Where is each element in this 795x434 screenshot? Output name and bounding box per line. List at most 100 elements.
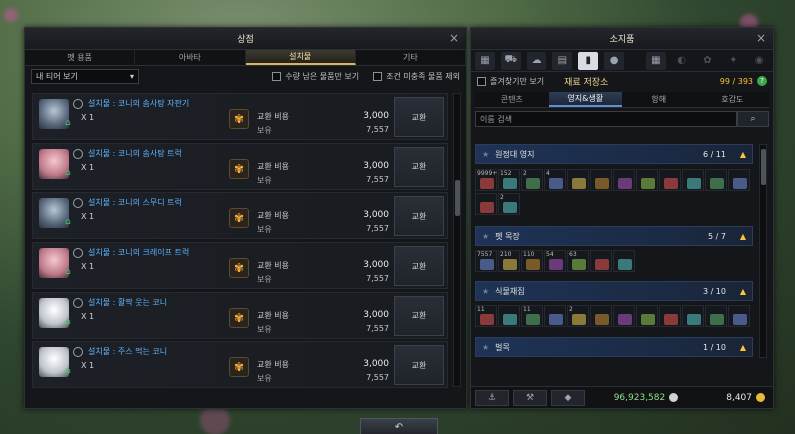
item-slot[interactable] — [567, 169, 589, 191]
favorites-only-checkbox[interactable]: 즐겨찾기만 보기 — [477, 76, 544, 87]
tab-installables[interactable]: 설치물 — [245, 50, 356, 65]
item-slot[interactable] — [659, 305, 681, 327]
shop-item-row[interactable]: ⌂ 설치물 : 코니의 솜사탕 자판기 X 1 ✾ 교환 비용 보유 3,000… — [32, 93, 448, 140]
item-slot[interactable]: 54 — [544, 250, 566, 272]
tab-sailing[interactable]: 항해 — [622, 92, 696, 107]
chevron-up-icon[interactable]: ▲ — [740, 232, 746, 241]
shop-scrollbar[interactable] — [453, 93, 461, 387]
tab-affinity[interactable]: 호감도 — [696, 92, 770, 107]
item-slot[interactable] — [659, 169, 681, 191]
item-slot[interactable]: 152 — [498, 169, 520, 191]
potion-icon[interactable]: ● — [604, 51, 624, 70]
item-slot[interactable] — [475, 193, 497, 215]
item-slot[interactable] — [590, 169, 612, 191]
lock-icon[interactable]: ◐ — [672, 52, 692, 70]
exchange-button[interactable]: 교환 — [394, 345, 444, 386]
exchange-button[interactable]: 교환 — [394, 146, 444, 187]
star-icon[interactable]: ★ — [482, 150, 489, 159]
grid-layout-icon[interactable]: ▦ — [645, 51, 666, 70]
item-slot[interactable]: 7557 — [475, 250, 497, 272]
help-icon[interactable]: ? — [757, 76, 767, 86]
magnifier-icon[interactable] — [73, 248, 83, 259]
item-slot[interactable] — [705, 305, 727, 327]
item-slot[interactable]: 2 — [521, 169, 543, 191]
item-slot[interactable]: 63 — [567, 250, 589, 272]
star-icon[interactable]: ★ — [482, 343, 489, 352]
bag-icon[interactable]: ⛟ — [500, 51, 521, 70]
palette-icon[interactable]: ✿ — [698, 52, 718, 70]
shop-item-row[interactable]: ⌂ 설치물 : 활짝 웃는 코니 X 1 ✾ 교환 비용 보유 3,000 7,… — [32, 291, 448, 339]
chevron-up-icon[interactable]: ▲ — [740, 343, 746, 352]
category-header[interactable]: ★ 펫 목장 5 / 7 ▲ — [475, 226, 753, 246]
gem-icon[interactable]: ◆ — [551, 389, 585, 406]
shop-scrollbar-thumb[interactable] — [455, 180, 460, 216]
tab-other[interactable]: 기타 — [356, 50, 466, 65]
exchange-button[interactable]: 교환 — [394, 196, 444, 237]
star-icon[interactable]: ★ — [482, 287, 489, 296]
item-slot[interactable] — [682, 305, 704, 327]
category-header[interactable]: ★ 벌목 1 / 10 ▲ — [475, 337, 753, 357]
cart-icon[interactable]: ☁ — [526, 51, 547, 70]
chevron-up-icon[interactable]: ▲ — [740, 150, 746, 159]
chevron-up-icon[interactable]: ▲ — [740, 287, 746, 296]
item-slot[interactable]: 11 — [475, 305, 497, 327]
item-slot[interactable] — [728, 169, 750, 191]
item-slot[interactable] — [498, 305, 520, 327]
item-slot[interactable] — [636, 305, 658, 327]
item-slot[interactable] — [590, 305, 612, 327]
grid-view-icon[interactable]: ▦ — [475, 51, 495, 70]
magnifier-icon[interactable] — [73, 148, 83, 159]
item-slot[interactable] — [613, 305, 635, 327]
star-icon[interactable]: ★ — [482, 232, 489, 241]
category-header[interactable]: ★ 원정대 영지 6 / 11 ▲ — [475, 144, 753, 164]
search-icon[interactable]: ⌕ — [737, 111, 769, 127]
tab-estate-life[interactable]: 영지&생활 — [548, 92, 622, 107]
material-book-icon[interactable]: ▮ — [578, 51, 599, 70]
inventory-scrollbar[interactable] — [759, 144, 767, 358]
magnifier-icon[interactable] — [73, 297, 83, 308]
remaining-only-checkbox[interactable]: 수량 남은 물품만 보기 — [272, 71, 359, 82]
dismantle-icon[interactable]: ✦ — [723, 52, 743, 70]
item-slot[interactable] — [636, 169, 658, 191]
search-input[interactable]: 이름 검색 — [475, 111, 737, 127]
sort-icon[interactable]: ⚓ — [475, 389, 509, 406]
item-slot[interactable]: 110 — [521, 250, 543, 272]
item-slot[interactable] — [613, 169, 635, 191]
tab-content[interactable]: 콘텐츠 — [475, 92, 549, 107]
inventory-scrollbar-thumb[interactable] — [761, 149, 766, 185]
hammer-icon[interactable]: ⚒ — [513, 389, 547, 406]
shop-item-row[interactable]: ⌂ 설치물 : 코니의 솜사탕 트럭 X 1 ✾ 교환 비용 보유 3,000 … — [32, 142, 448, 190]
item-slot[interactable] — [590, 250, 612, 272]
magnifier-icon[interactable] — [73, 347, 83, 358]
item-slot[interactable] — [705, 169, 727, 191]
item-slot[interactable] — [544, 305, 566, 327]
exchange-button[interactable]: 교환 — [394, 295, 444, 336]
item-slot[interactable]: 11 — [521, 305, 543, 327]
tab-pet-supplies[interactable]: 펫 용품 — [25, 50, 136, 65]
item-slot[interactable] — [682, 169, 704, 191]
item-slot[interactable]: 4 — [544, 169, 566, 191]
category-header[interactable]: ★ 식물채집 3 / 10 ▲ — [475, 281, 753, 301]
item-slot[interactable]: 2 — [498, 193, 520, 215]
chest-icon[interactable]: ▤ — [552, 51, 573, 70]
tier-filter-select[interactable]: 내 티어 보기 ▾ — [31, 68, 139, 84]
back-button[interactable]: ↶ — [360, 418, 438, 434]
magnifier-icon[interactable] — [73, 99, 83, 109]
magnifier-icon[interactable] — [73, 198, 83, 209]
exchange-button[interactable]: 교환 — [394, 97, 444, 137]
shop-item-row[interactable]: ⌂ 설치물 : 코니의 크레이프 트럭 X 1 ✾ 교환 비용 보유 3,000… — [32, 242, 448, 290]
exchange-button[interactable]: 교환 — [394, 246, 444, 287]
tab-avatar[interactable]: 아바타 — [135, 50, 246, 65]
shop-close-icon[interactable]: × — [448, 32, 460, 44]
item-slot[interactable] — [728, 305, 750, 327]
exclude-unmet-checkbox[interactable]: 조건 미충족 물품 제외 — [373, 71, 460, 82]
item-slot[interactable] — [613, 250, 635, 272]
shop-item-row[interactable]: ⌂ 설치물 : 주스 먹는 코니 X 1 ✾ 교환 비용 보유 3,000 7,… — [32, 341, 448, 389]
settings-icon[interactable]: ◉ — [749, 52, 769, 70]
item-slot[interactable]: 210 — [498, 250, 520, 272]
inventory-close-icon[interactable]: × — [755, 32, 767, 44]
shop-item-row[interactable]: ⌂ 설치물 : 코니의 스무디 트럭 X 1 ✾ 교환 비용 보유 3,000 … — [32, 192, 448, 240]
item-slot[interactable]: 2 — [567, 305, 589, 327]
item-icon — [503, 259, 517, 270]
item-slot[interactable]: 9999+ — [475, 169, 497, 191]
